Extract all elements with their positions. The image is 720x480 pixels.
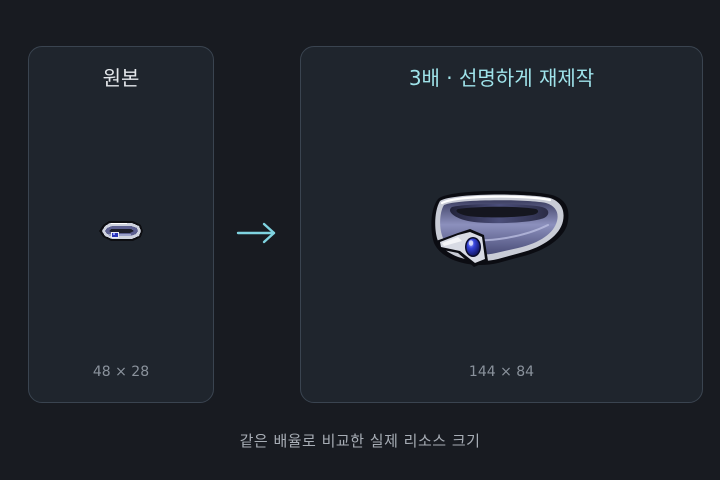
ring-icon [99,221,143,241]
arrow-right-icon [236,222,276,244]
ring-icon [431,190,569,267]
original-panel: 원본 48 × 28 [28,46,214,403]
upscaled-panel: 3배 · 선명하게 재제작 144 × 84 [300,46,703,403]
original-size: 48 × 28 [92,364,150,380]
upscaled-size: 144 × 84 [468,364,535,380]
comparison-caption: 같은 배율로 비교한 실제 리소스 크기 [239,432,481,450]
original-title: 원본 [102,66,140,90]
upscaled-title: 3배 · 선명하게 재제작 [408,66,595,90]
